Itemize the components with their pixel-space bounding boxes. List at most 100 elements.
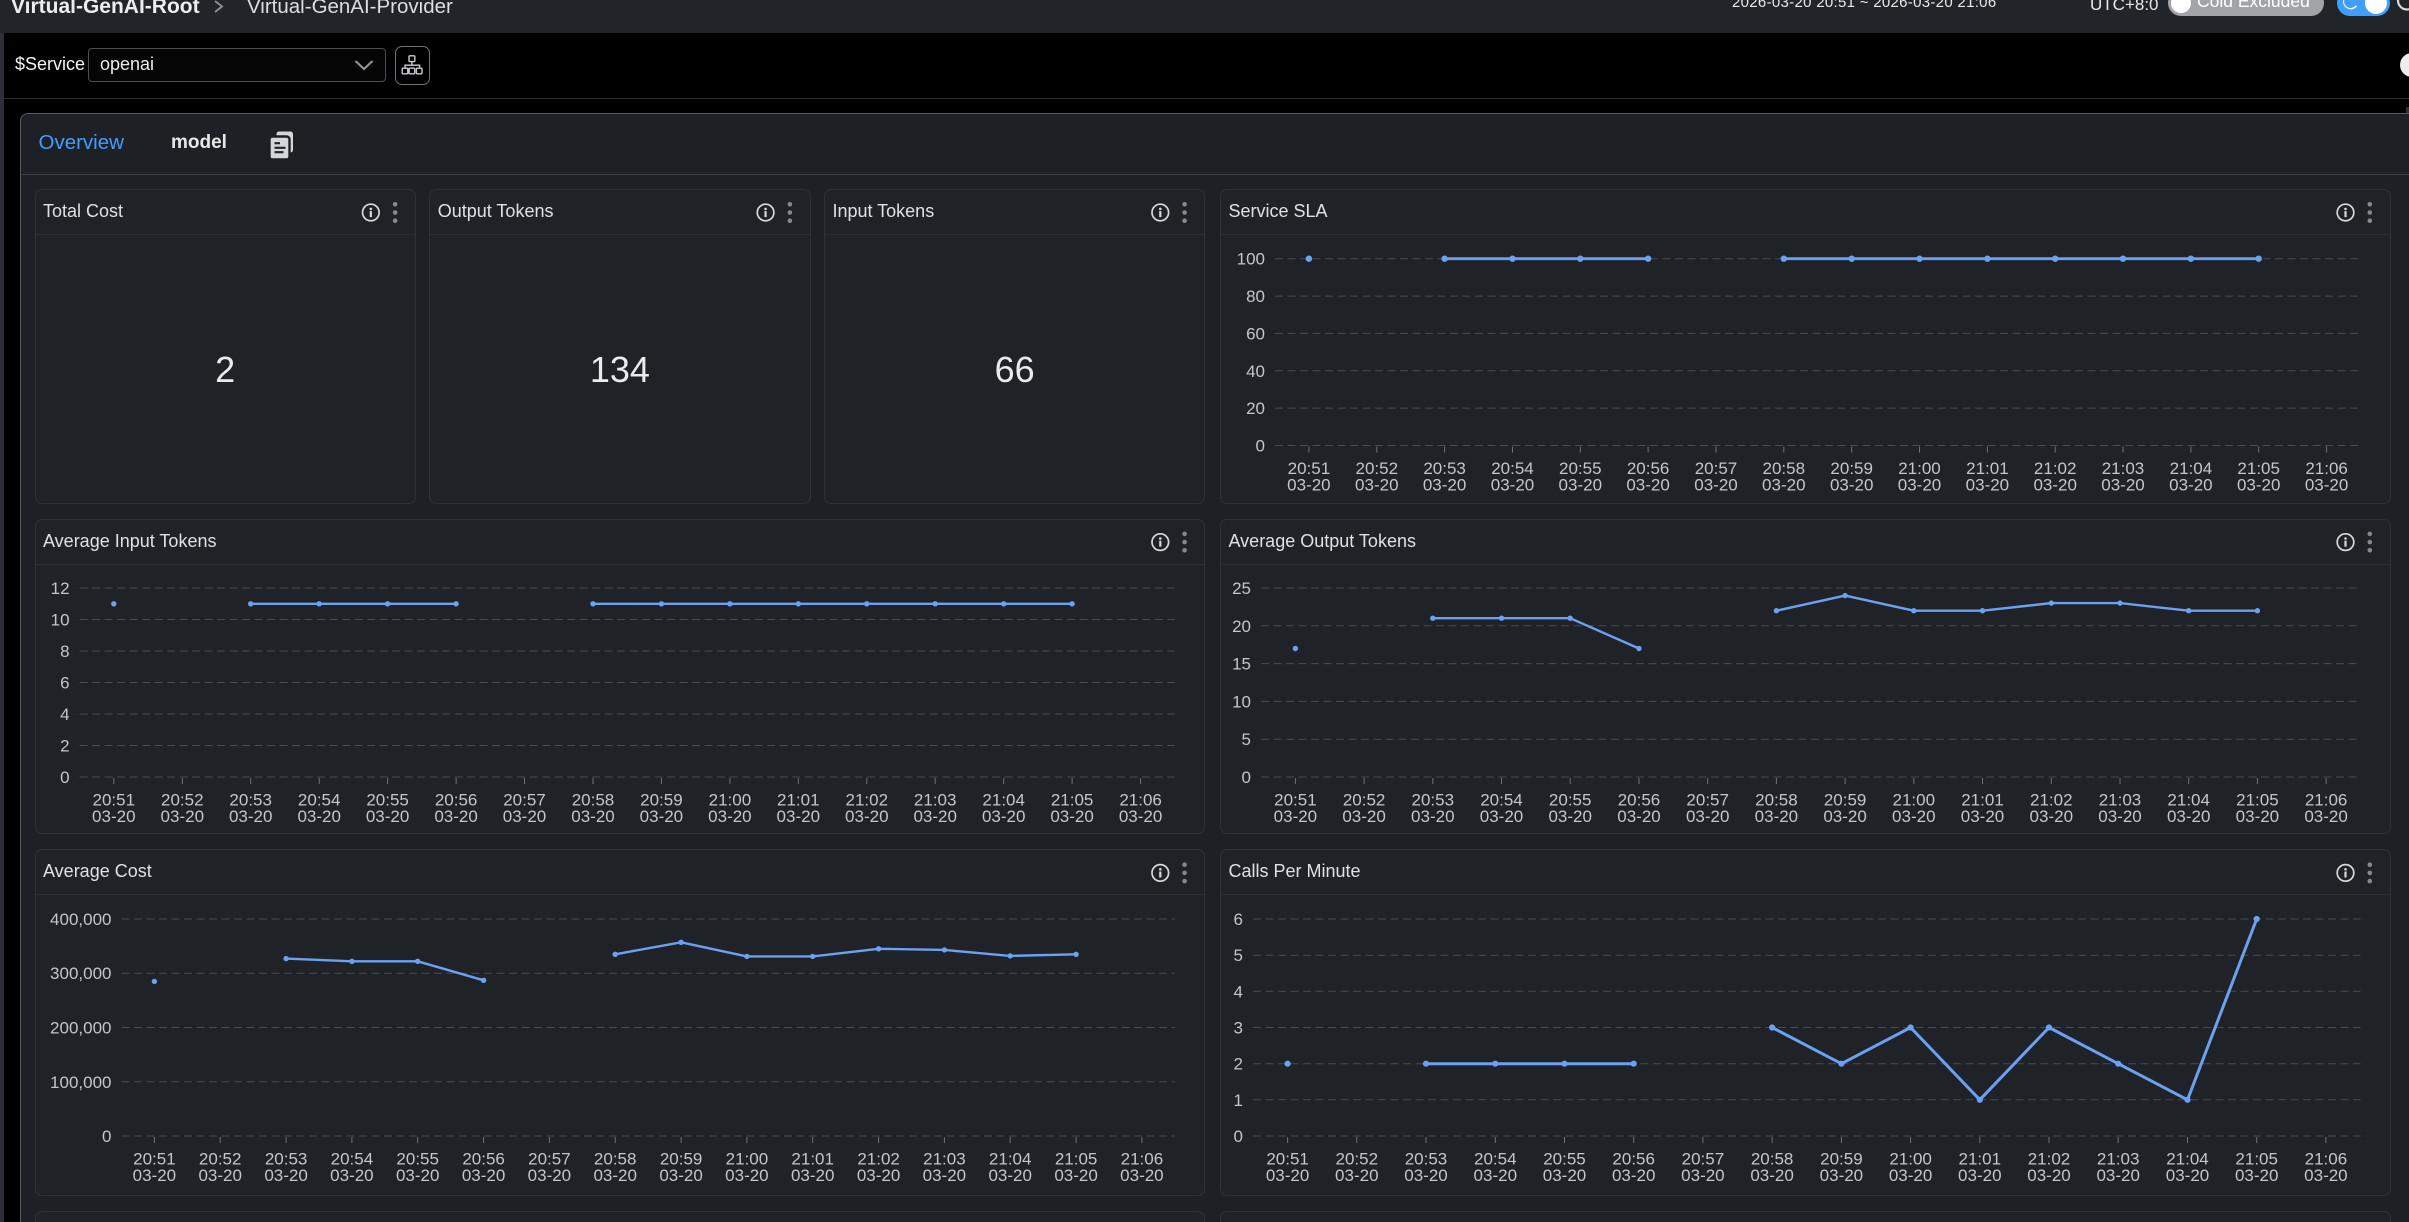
svg-text:3: 3	[1234, 1019, 1243, 1038]
svg-text:100,000: 100,000	[50, 1073, 111, 1092]
svg-text:40: 40	[1246, 362, 1265, 381]
svg-text:80: 80	[1246, 287, 1265, 306]
svg-text:03-20: 03-20	[1559, 476, 1602, 495]
svg-text:03-20: 03-20	[297, 807, 340, 826]
svg-text:03-20: 03-20	[1823, 807, 1866, 826]
svg-text:03-20: 03-20	[1889, 1166, 1932, 1185]
svg-text:03-20: 03-20	[2305, 476, 2348, 495]
svg-text:03-20: 03-20	[923, 1166, 966, 1185]
svg-text:15: 15	[1232, 655, 1251, 674]
svg-text:03-20: 03-20	[1480, 807, 1523, 826]
svg-text:03-20: 03-20	[1750, 1166, 1793, 1185]
svg-text:03-20: 03-20	[1820, 1166, 1863, 1185]
svg-text:03-20: 03-20	[1686, 807, 1729, 826]
svg-text:03-20: 03-20	[1958, 1166, 2001, 1185]
svg-text:03-20: 03-20	[1050, 807, 1093, 826]
svg-text:03-20: 03-20	[2304, 1166, 2347, 1185]
svg-text:03-20: 03-20	[1266, 1166, 1309, 1185]
svg-text:200,000: 200,000	[50, 1019, 111, 1038]
svg-text:03-20: 03-20	[1961, 807, 2004, 826]
svg-text:03-20: 03-20	[1892, 807, 1935, 826]
svg-text:03-20: 03-20	[982, 807, 1025, 826]
svg-text:1: 1	[1234, 1091, 1243, 1110]
svg-text:03-20: 03-20	[791, 1166, 834, 1185]
svg-text:0: 0	[60, 768, 69, 787]
svg-text:03-20: 03-20	[2169, 476, 2212, 495]
svg-text:03-20: 03-20	[264, 1166, 307, 1185]
svg-text:03-20: 03-20	[528, 1166, 571, 1185]
svg-text:03-20: 03-20	[708, 807, 751, 826]
svg-text:03-20: 03-20	[1404, 1166, 1447, 1185]
svg-text:03-20: 03-20	[1274, 807, 1317, 826]
svg-text:03-20: 03-20	[777, 807, 820, 826]
svg-text:03-20: 03-20	[1543, 1166, 1586, 1185]
svg-text:03-20: 03-20	[503, 807, 546, 826]
svg-text:03-20: 03-20	[640, 807, 683, 826]
svg-text:03-20: 03-20	[2235, 1166, 2278, 1185]
svg-text:8: 8	[60, 642, 69, 661]
svg-text:12: 12	[51, 579, 70, 598]
svg-text:03-20: 03-20	[659, 1166, 702, 1185]
svg-text:20: 20	[1246, 399, 1265, 418]
svg-text:03-20: 03-20	[161, 807, 204, 826]
svg-text:03-20: 03-20	[1762, 476, 1805, 495]
svg-text:03-20: 03-20	[1966, 476, 2009, 495]
svg-text:03-20: 03-20	[1474, 1166, 1517, 1185]
svg-text:4: 4	[60, 705, 69, 724]
svg-text:03-20: 03-20	[1355, 476, 1398, 495]
svg-text:60: 60	[1246, 324, 1265, 343]
svg-text:03-20: 03-20	[1898, 476, 1941, 495]
svg-text:03-20: 03-20	[396, 1166, 439, 1185]
svg-text:03-20: 03-20	[2027, 1166, 2070, 1185]
svg-text:10: 10	[51, 611, 70, 630]
svg-text:03-20: 03-20	[2304, 807, 2347, 826]
svg-text:2: 2	[1234, 1055, 1243, 1074]
svg-text:03-20: 03-20	[2236, 807, 2279, 826]
svg-text:0: 0	[102, 1127, 111, 1146]
svg-text:03-20: 03-20	[2098, 807, 2141, 826]
svg-text:6: 6	[1234, 910, 1243, 929]
svg-text:300,000: 300,000	[50, 964, 111, 983]
svg-text:0: 0	[1242, 768, 1251, 787]
svg-text:03-20: 03-20	[593, 1166, 636, 1185]
svg-text:100: 100	[1237, 250, 1265, 269]
svg-text:03-20: 03-20	[2096, 1166, 2139, 1185]
svg-text:03-20: 03-20	[1491, 476, 1534, 495]
svg-text:03-20: 03-20	[2166, 1166, 2209, 1185]
svg-text:03-20: 03-20	[1411, 807, 1454, 826]
svg-text:03-20: 03-20	[2033, 476, 2076, 495]
svg-text:03-20: 03-20	[857, 1166, 900, 1185]
svg-text:0: 0	[1234, 1127, 1243, 1146]
svg-text:20: 20	[1232, 617, 1251, 636]
svg-text:03-20: 03-20	[988, 1166, 1031, 1185]
svg-text:03-20: 03-20	[2030, 807, 2073, 826]
svg-text:5: 5	[1234, 946, 1243, 965]
svg-text:03-20: 03-20	[913, 807, 956, 826]
svg-text:03-20: 03-20	[1681, 1166, 1724, 1185]
svg-text:03-20: 03-20	[1755, 807, 1798, 826]
svg-text:03-20: 03-20	[1119, 807, 1162, 826]
svg-text:4: 4	[1234, 982, 1243, 1001]
svg-text:03-20: 03-20	[1423, 476, 1466, 495]
svg-text:03-20: 03-20	[330, 1166, 373, 1185]
svg-text:03-20: 03-20	[2167, 807, 2210, 826]
svg-text:03-20: 03-20	[133, 1166, 176, 1185]
svg-text:03-20: 03-20	[2237, 476, 2280, 495]
svg-text:03-20: 03-20	[2101, 476, 2144, 495]
svg-text:03-20: 03-20	[845, 807, 888, 826]
svg-text:03-20: 03-20	[462, 1166, 505, 1185]
svg-text:03-20: 03-20	[366, 807, 409, 826]
svg-text:03-20: 03-20	[229, 807, 272, 826]
svg-text:03-20: 03-20	[571, 807, 614, 826]
svg-text:03-20: 03-20	[92, 807, 135, 826]
svg-text:03-20: 03-20	[1830, 476, 1873, 495]
svg-text:03-20: 03-20	[725, 1166, 768, 1185]
svg-text:03-20: 03-20	[1548, 807, 1591, 826]
svg-text:03-20: 03-20	[1287, 476, 1330, 495]
svg-text:03-20: 03-20	[198, 1166, 241, 1185]
svg-text:5: 5	[1242, 730, 1251, 749]
svg-text:03-20: 03-20	[1617, 807, 1660, 826]
svg-text:400,000: 400,000	[50, 910, 111, 929]
svg-text:10: 10	[1232, 692, 1251, 711]
svg-text:25: 25	[1232, 579, 1251, 598]
